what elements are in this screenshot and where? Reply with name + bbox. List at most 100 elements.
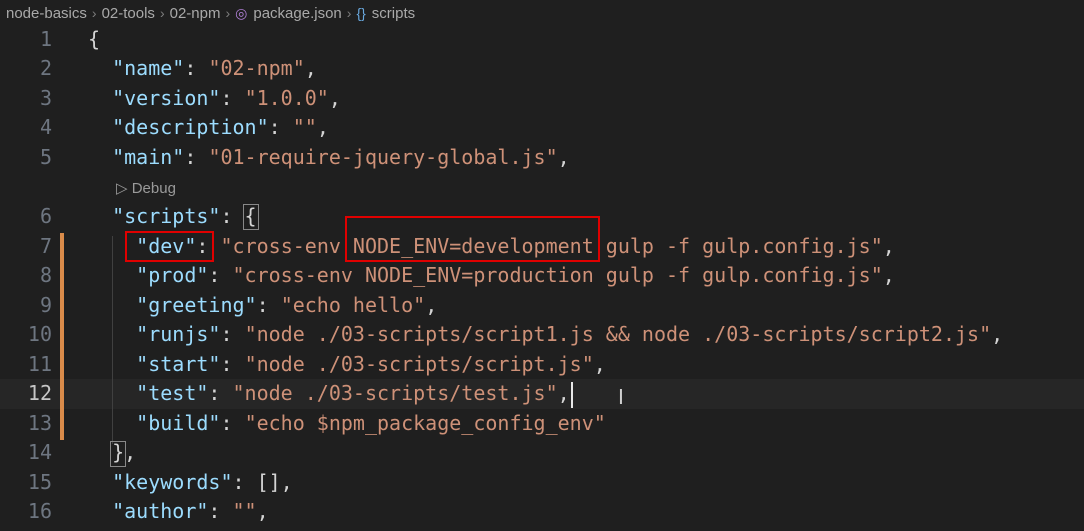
json-string: "echo hello" [280, 293, 426, 317]
json-key: "runjs" [136, 322, 221, 346]
json-punctuation: : [220, 86, 245, 110]
code-line[interactable]: 9 "greeting": "echo hello", [0, 291, 1084, 321]
json-string: "" [292, 115, 317, 139]
code-text: "test": "node ./03-scripts/test.js", [88, 379, 570, 409]
code-text: "scripts": { [88, 202, 257, 232]
json-punctuation: : [220, 322, 245, 346]
breadcrumb-item-package-json[interactable]: package.json [253, 5, 341, 22]
json-punctuation: : [184, 56, 209, 80]
code-line[interactable]: 14 }, [0, 438, 1084, 468]
json-punctuation: : [208, 499, 233, 523]
json-string: "echo $npm_package_config_env" [244, 411, 606, 435]
line-number: 3 [39, 86, 52, 110]
code-text: "prod": "cross-env NODE_ENV=production g… [88, 261, 895, 291]
json-string: "node ./03-scripts/test.js" [232, 381, 558, 405]
code-text: "keywords": [], [88, 468, 293, 498]
mouse-ibeam-cursor: I [618, 385, 624, 409]
line-number: 9 [39, 293, 52, 317]
json-string: "01-require-jquery-global.js" [208, 145, 558, 169]
json-punctuation: : [220, 411, 245, 435]
line-number: 6 [39, 204, 52, 228]
json-string: "" [232, 499, 257, 523]
json-punctuation: , [882, 234, 895, 258]
code-line[interactable]: 5 "main": "01-require-jquery-global.js", [0, 143, 1084, 173]
chevron-right-icon: › [346, 5, 352, 21]
line-number: 13 [27, 411, 52, 435]
json-punctuation: : [220, 352, 245, 376]
code-line[interactable]: 15 "keywords": [], [0, 468, 1084, 498]
json-punctuation: , [882, 263, 895, 287]
line-number: 11 [27, 352, 52, 376]
line-number: 15 [27, 470, 52, 494]
code-line[interactable]: 8 "prod": "cross-env NODE_ENV=production… [0, 261, 1084, 291]
code-line[interactable]: 12 "test": "node ./03-scripts/test.js", [0, 379, 1084, 409]
breadcrumb-item-02-tools[interactable]: 02-tools [102, 5, 155, 22]
breadcrumb: node-basics › 02-tools › 02-npm › ◎ pack… [0, 0, 1084, 26]
annotation-box-dev-key [125, 231, 214, 262]
code-line[interactable]: 3 "version": "1.0.0", [0, 84, 1084, 114]
text-cursor [571, 382, 573, 408]
json-punctuation: , [991, 322, 1004, 346]
json-punctuation [88, 499, 112, 523]
json-key: "scripts" [112, 204, 221, 228]
chevron-right-icon: › [159, 5, 165, 21]
line-number: 14 [27, 440, 52, 464]
json-punctuation: : [184, 145, 209, 169]
json-punctuation [88, 56, 112, 80]
chevron-right-icon: › [225, 5, 231, 21]
json-punctuation: : [208, 263, 233, 287]
json-punctuation [88, 115, 112, 139]
breadcrumb-item-node-basics[interactable]: node-basics [6, 5, 87, 22]
line-number: 10 [27, 322, 52, 346]
code-text: { [88, 25, 100, 55]
json-punctuation [88, 204, 112, 228]
json-string: "1.0.0" [244, 86, 329, 110]
json-punctuation [88, 470, 112, 494]
code-line[interactable]: 10 "runjs": "node ./03-scripts/script1.j… [0, 320, 1084, 350]
json-punctuation: , [256, 499, 269, 523]
indent-guide [112, 236, 113, 444]
json-key: "main" [112, 145, 185, 169]
breadcrumb-item-scripts[interactable]: scripts [372, 5, 415, 22]
bracket-match-open [243, 204, 259, 230]
json-punctuation: , [304, 56, 317, 80]
json-file-icon: ◎ [235, 4, 248, 21]
annotation-box-node-env [345, 216, 600, 262]
code-text: "version": "1.0.0", [88, 84, 341, 114]
line-number: 5 [39, 145, 52, 169]
code-line[interactable]: 16 "author": "", [0, 497, 1084, 527]
line-number: 7 [39, 234, 52, 258]
json-punctuation: , [557, 145, 570, 169]
json-key: "build" [136, 411, 221, 435]
json-key: "name" [112, 56, 185, 80]
bracket-match-close [110, 441, 126, 467]
code-line[interactable]: 4 "description": "", [0, 113, 1084, 143]
json-punctuation: : [], [232, 470, 293, 494]
json-key: "test" [136, 381, 209, 405]
line-number: 12 [27, 381, 52, 405]
debug-codelens[interactable]: ▷ Debug [116, 176, 176, 202]
line-number: 4 [39, 115, 52, 139]
code-text: "description": "", [88, 113, 329, 143]
code-line[interactable]: 13 "build": "echo $npm_package_config_en… [0, 409, 1084, 439]
breadcrumb-item-02-npm[interactable]: 02-npm [170, 5, 221, 22]
code-text: "main": "01-require-jquery-global.js", [88, 143, 570, 173]
json-key: "keywords" [112, 470, 233, 494]
code-text: "build": "echo $npm_package_config_env" [88, 409, 606, 439]
code-line[interactable]: 2 "name": "02-npm", [0, 54, 1084, 84]
json-key: "start" [136, 352, 221, 376]
chevron-right-icon: › [91, 5, 97, 21]
code-text: "start": "node ./03-scripts/script.js", [88, 350, 606, 380]
json-punctuation: , [593, 352, 606, 376]
json-key: "description" [112, 115, 269, 139]
json-punctuation: , [316, 115, 329, 139]
json-punctuation [88, 86, 112, 110]
json-punctuation: { [88, 27, 101, 51]
code-line[interactable]: 11 "start": "node ./03-scripts/script.js… [0, 350, 1084, 380]
json-punctuation: , [425, 293, 438, 317]
json-key: "version" [112, 86, 221, 110]
code-line[interactable]: 1{ [0, 25, 1084, 55]
json-key: "greeting" [136, 293, 257, 317]
line-number: 8 [39, 263, 52, 287]
code-text: "name": "02-npm", [88, 54, 317, 84]
